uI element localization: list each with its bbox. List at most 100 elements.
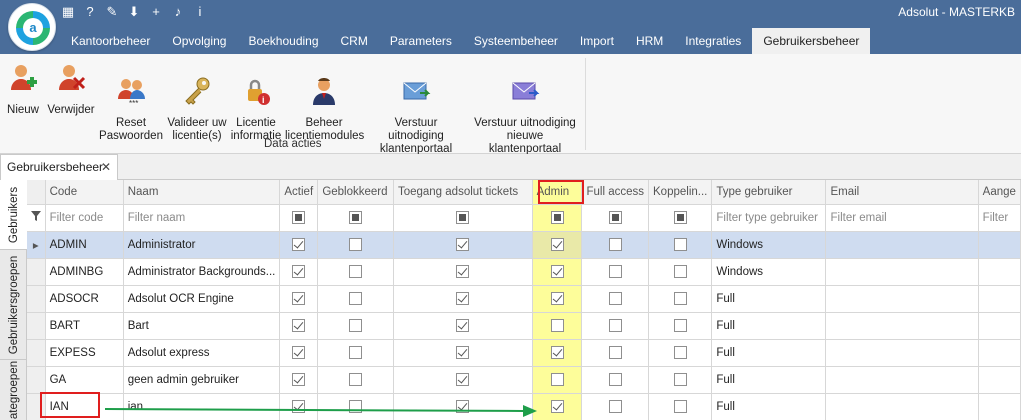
filter-checkbox[interactable] <box>608 211 622 224</box>
cell-full[interactable] <box>581 258 650 286</box>
cell-tickets[interactable] <box>393 339 533 367</box>
table-row[interactable]: ADMINBG Administrator Backgrounds... Windo… <box>27 258 1021 286</box>
tab-crm[interactable]: CRM <box>330 28 379 54</box>
cell-koppeling[interactable] <box>648 312 713 340</box>
tab-parameters[interactable]: Parameters <box>379 28 463 54</box>
cell-code[interactable]: ADMIN <box>45 231 124 259</box>
cell-admin[interactable] <box>532 366 583 394</box>
filter-checkbox[interactable] <box>292 211 306 224</box>
filter-email-input[interactable]: Filter email <box>825 204 979 232</box>
tickets-checkbox[interactable] <box>456 346 470 359</box>
tab-kantoorbeheer[interactable]: Kantoorbeheer <box>60 28 161 54</box>
app-logo[interactable]: a <box>8 3 56 51</box>
tickets-checkbox[interactable] <box>456 238 470 251</box>
column-header-koppelin[interactable]: Koppelin... <box>648 180 713 205</box>
koppeling-checkbox[interactable] <box>673 292 687 305</box>
tickets-checkbox[interactable] <box>456 292 470 305</box>
filter-naam-input[interactable]: Filter naam <box>123 204 281 232</box>
cell-koppeling[interactable] <box>648 285 713 313</box>
cell-geblokkeerd[interactable] <box>317 312 394 340</box>
admin-checkbox[interactable] <box>550 319 564 332</box>
cell-code[interactable]: BART <box>45 312 124 340</box>
column-header-aange[interactable]: Aange <box>978 180 1021 205</box>
geblokkeerd-checkbox[interactable] <box>349 319 363 332</box>
cell-naam[interactable]: geen admin gebruiker <box>123 366 281 394</box>
cell-admin[interactable] <box>532 339 583 367</box>
cell-naam[interactable]: Administrator <box>123 231 281 259</box>
cell-actief[interactable] <box>279 366 319 394</box>
document-tab-gebruikersbeheer[interactable]: Gebruikersbeheer ✕ <box>0 154 118 180</box>
cell-full[interactable] <box>581 231 650 259</box>
close-icon[interactable]: ✕ <box>101 155 111 179</box>
validate-license-button[interactable]: Valideer uw licentie(s) <box>167 62 227 156</box>
cell-admin[interactable] <box>532 285 583 313</box>
send-invite-button[interactable]: Verstuur uitnodiging klantenportaal <box>366 62 466 169</box>
download-icon[interactable]: ⬇ <box>126 4 142 20</box>
admin-checkbox[interactable] <box>550 292 564 305</box>
full-checkbox[interactable] <box>608 346 622 359</box>
actief-checkbox[interactable] <box>292 265 306 278</box>
admin-checkbox[interactable] <box>550 346 564 359</box>
bell-icon[interactable]: ♪ <box>170 4 186 20</box>
send-new-invite-button[interactable]: Verstuur uitnodiging nieuwe klantenporta… <box>470 62 580 169</box>
cell-last[interactable] <box>978 393 1021 420</box>
admin-checkbox[interactable] <box>550 238 564 251</box>
filter-tickets[interactable] <box>393 204 533 232</box>
cell-email[interactable] <box>825 312 979 340</box>
cell-koppeling[interactable] <box>648 366 713 394</box>
cell-tickets[interactable] <box>393 285 533 313</box>
geblokkeerd-checkbox[interactable] <box>349 238 363 251</box>
table-row[interactable]: BART Bart Full <box>27 312 1021 340</box>
admin-checkbox[interactable] <box>550 265 564 278</box>
cell-full[interactable] <box>581 366 650 394</box>
table-row[interactable]: GA geen admin gebruiker Full <box>27 366 1021 394</box>
full-checkbox[interactable] <box>608 319 622 332</box>
side-tab-gebruikers[interactable]: Gebruikers <box>0 180 27 250</box>
cell-last[interactable] <box>978 339 1021 367</box>
admin-checkbox[interactable] <box>550 373 564 386</box>
cell-actief[interactable] <box>279 258 319 286</box>
cell-geblokkeerd[interactable] <box>317 285 394 313</box>
actief-checkbox[interactable] <box>292 346 306 359</box>
cell-naam[interactable]: Adsolut OCR Engine <box>123 285 281 313</box>
cell-geblokkeerd[interactable] <box>317 258 394 286</box>
koppeling-checkbox[interactable] <box>673 400 687 413</box>
cell-actief[interactable] <box>279 312 319 340</box>
cell-last[interactable] <box>978 258 1021 286</box>
filter-type-input[interactable]: Filter type gebruiker <box>711 204 827 232</box>
cell-type[interactable]: Full <box>711 393 827 420</box>
filter-last-input[interactable]: Filter <box>978 204 1021 232</box>
filter-actief[interactable] <box>279 204 319 232</box>
geblokkeerd-checkbox[interactable] <box>349 373 363 386</box>
calculator-icon[interactable]: ▦ <box>60 4 76 20</box>
cell-naam[interactable]: Administrator Backgrounds... <box>123 258 281 286</box>
tab-gebruikersbeheer[interactable]: Gebruikersbeheer <box>752 28 871 54</box>
cell-type[interactable]: Full <box>711 312 827 340</box>
cell-tickets[interactable] <box>393 258 533 286</box>
actief-checkbox[interactable] <box>292 238 306 251</box>
koppeling-checkbox[interactable] <box>673 373 687 386</box>
koppeling-checkbox[interactable] <box>673 238 687 251</box>
cell-full[interactable] <box>581 285 650 313</box>
cell-code[interactable]: GA <box>45 366 124 394</box>
filter-code-input[interactable]: Filter code <box>45 204 124 232</box>
actief-checkbox[interactable] <box>292 373 306 386</box>
koppeling-checkbox[interactable] <box>673 265 687 278</box>
pin-icon[interactable]: ✎ <box>104 4 120 20</box>
table-row[interactable]: ▸ ADMIN Administrator Windows <box>27 231 1021 259</box>
cell-last[interactable] <box>978 366 1021 394</box>
filter-checkbox[interactable] <box>673 211 687 224</box>
help-icon[interactable]: ? <box>82 4 98 20</box>
cell-koppeling[interactable] <box>648 258 713 286</box>
cell-actief[interactable] <box>279 231 319 259</box>
full-checkbox[interactable] <box>608 292 622 305</box>
column-header-toegang-adsolut-tickets[interactable]: Toegang adsolut tickets <box>393 180 533 205</box>
reset-password-button[interactable]: *** Reset Paswoorden <box>99 62 163 156</box>
cell-last[interactable] <box>978 231 1021 259</box>
cell-type[interactable]: Windows <box>711 231 827 259</box>
full-checkbox[interactable] <box>608 238 622 251</box>
column-header-code[interactable]: Code <box>45 180 124 205</box>
cell-code[interactable]: ADMINBG <box>45 258 124 286</box>
cell-last[interactable] <box>978 285 1021 313</box>
cell-last[interactable] <box>978 312 1021 340</box>
